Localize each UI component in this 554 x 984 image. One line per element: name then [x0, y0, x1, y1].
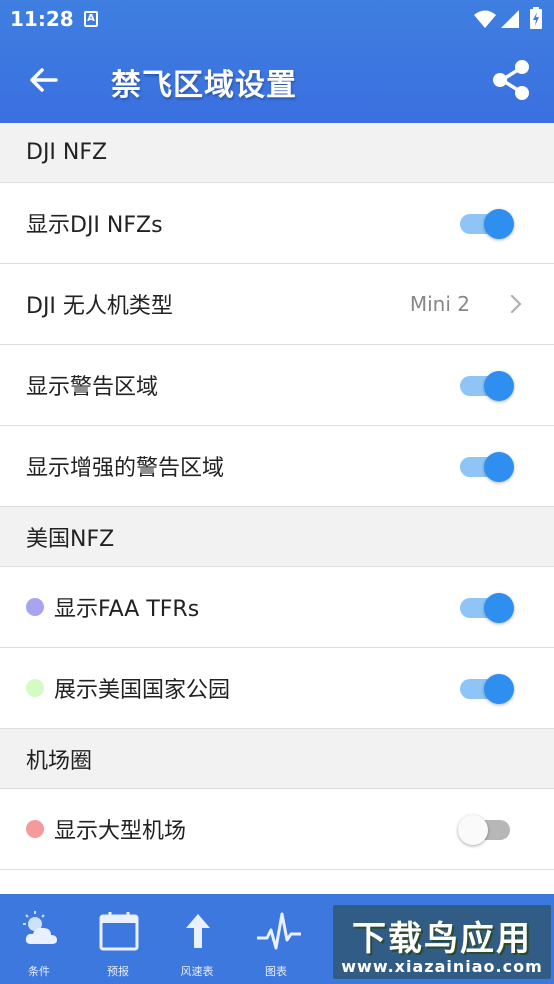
section-header-us-nfz: 美国NFZ [0, 507, 554, 567]
nav-item-forecast[interactable]: 预报 [80, 894, 156, 984]
setting-row-show-faa-tfrs[interactable]: 显示FAA TFRs [0, 567, 554, 648]
setting-label: 显示警告区域 [26, 375, 159, 400]
nav-item-charts[interactable]: 图表 [238, 894, 314, 984]
setting-row-show-us-national-parks[interactable]: 展示美国国家公园 [0, 648, 554, 729]
nav-label: 风速表 [180, 965, 214, 978]
status-time: 11:28 [10, 7, 74, 31]
watermark-title: 下载鸟应用 [352, 919, 532, 959]
setting-row-show-large-airports[interactable]: 显示大型机场 [0, 789, 554, 870]
notification-badge-icon: A [84, 11, 98, 27]
legend-dot-national-parks [26, 679, 44, 697]
toggle-show-dji-nfzs[interactable] [458, 209, 514, 239]
pulse-chart-icon [257, 912, 301, 950]
bottom-navigation: 条件 预报 风速表 图表 下载鸟应用 www.xiazainiao.com [0, 894, 554, 984]
arrow-up-icon [186, 914, 210, 948]
setting-row-show-dji-nfzs[interactable]: 显示DJI NFZs [0, 183, 554, 264]
nav-label: 条件 [28, 965, 50, 978]
setting-label: 显示FAA TFRs [54, 597, 200, 622]
section-header-airport-circles: 机场圈 [0, 729, 554, 789]
legend-dot-faa-tfr [26, 598, 44, 616]
status-bar: 11:28 A [0, 0, 554, 38]
setting-label: 展示美国国家公园 [54, 678, 231, 703]
nav-item-anemometer[interactable]: 风速表 [159, 894, 235, 984]
toggle-show-faa-tfrs[interactable] [458, 593, 514, 623]
nav-item-conditions[interactable]: 条件 [1, 894, 77, 984]
toggle-show-large-airports[interactable] [458, 815, 514, 845]
chevron-right-icon [510, 294, 522, 314]
wifi-icon [474, 10, 496, 28]
nav-label: 图表 [265, 965, 287, 978]
signal-icon [501, 10, 519, 28]
setting-row-show-enhanced-warning-zones[interactable]: 显示增强的警告区域 [0, 426, 554, 507]
toggle-show-warning-zones[interactable] [458, 371, 514, 401]
battery-icon [530, 7, 542, 29]
app-bar: 11:28 A 禁飞区域设置 [0, 0, 554, 123]
nav-label: 预报 [107, 965, 129, 978]
toggle-show-enhanced-warning-zones[interactable] [458, 452, 514, 482]
setting-label: 显示DJI NFZs [26, 213, 163, 238]
weather-cloud-sun-icon [23, 911, 57, 944]
setting-label: 显示增强的警告区域 [26, 456, 225, 481]
section-header-dji-nfz: DJI NFZ [0, 123, 554, 183]
settings-list: DJI NFZ 显示DJI NFZs DJI 无人机类型 Mini 2 显示警告… [0, 123, 554, 870]
watermark-logo: 下载鸟应用 www.xiazainiao.com [333, 905, 551, 979]
watermark-url: www.xiazainiao.com [341, 957, 543, 976]
share-icon[interactable] [490, 58, 532, 102]
drone-type-value: Mini 2 [409, 292, 470, 316]
setting-row-show-warning-zones[interactable]: 显示警告区域 [0, 345, 554, 426]
setting-label: 显示大型机场 [54, 819, 187, 844]
back-arrow-icon[interactable] [26, 62, 62, 98]
setting-label: DJI 无人机类型 [26, 294, 173, 319]
calendar-icon [99, 912, 139, 951]
setting-row-dji-drone-type[interactable]: DJI 无人机类型 Mini 2 [0, 264, 554, 345]
page-title: 禁飞区域设置 [111, 68, 297, 103]
toggle-show-us-national-parks[interactable] [458, 674, 514, 704]
legend-dot-large-airports [26, 820, 44, 838]
